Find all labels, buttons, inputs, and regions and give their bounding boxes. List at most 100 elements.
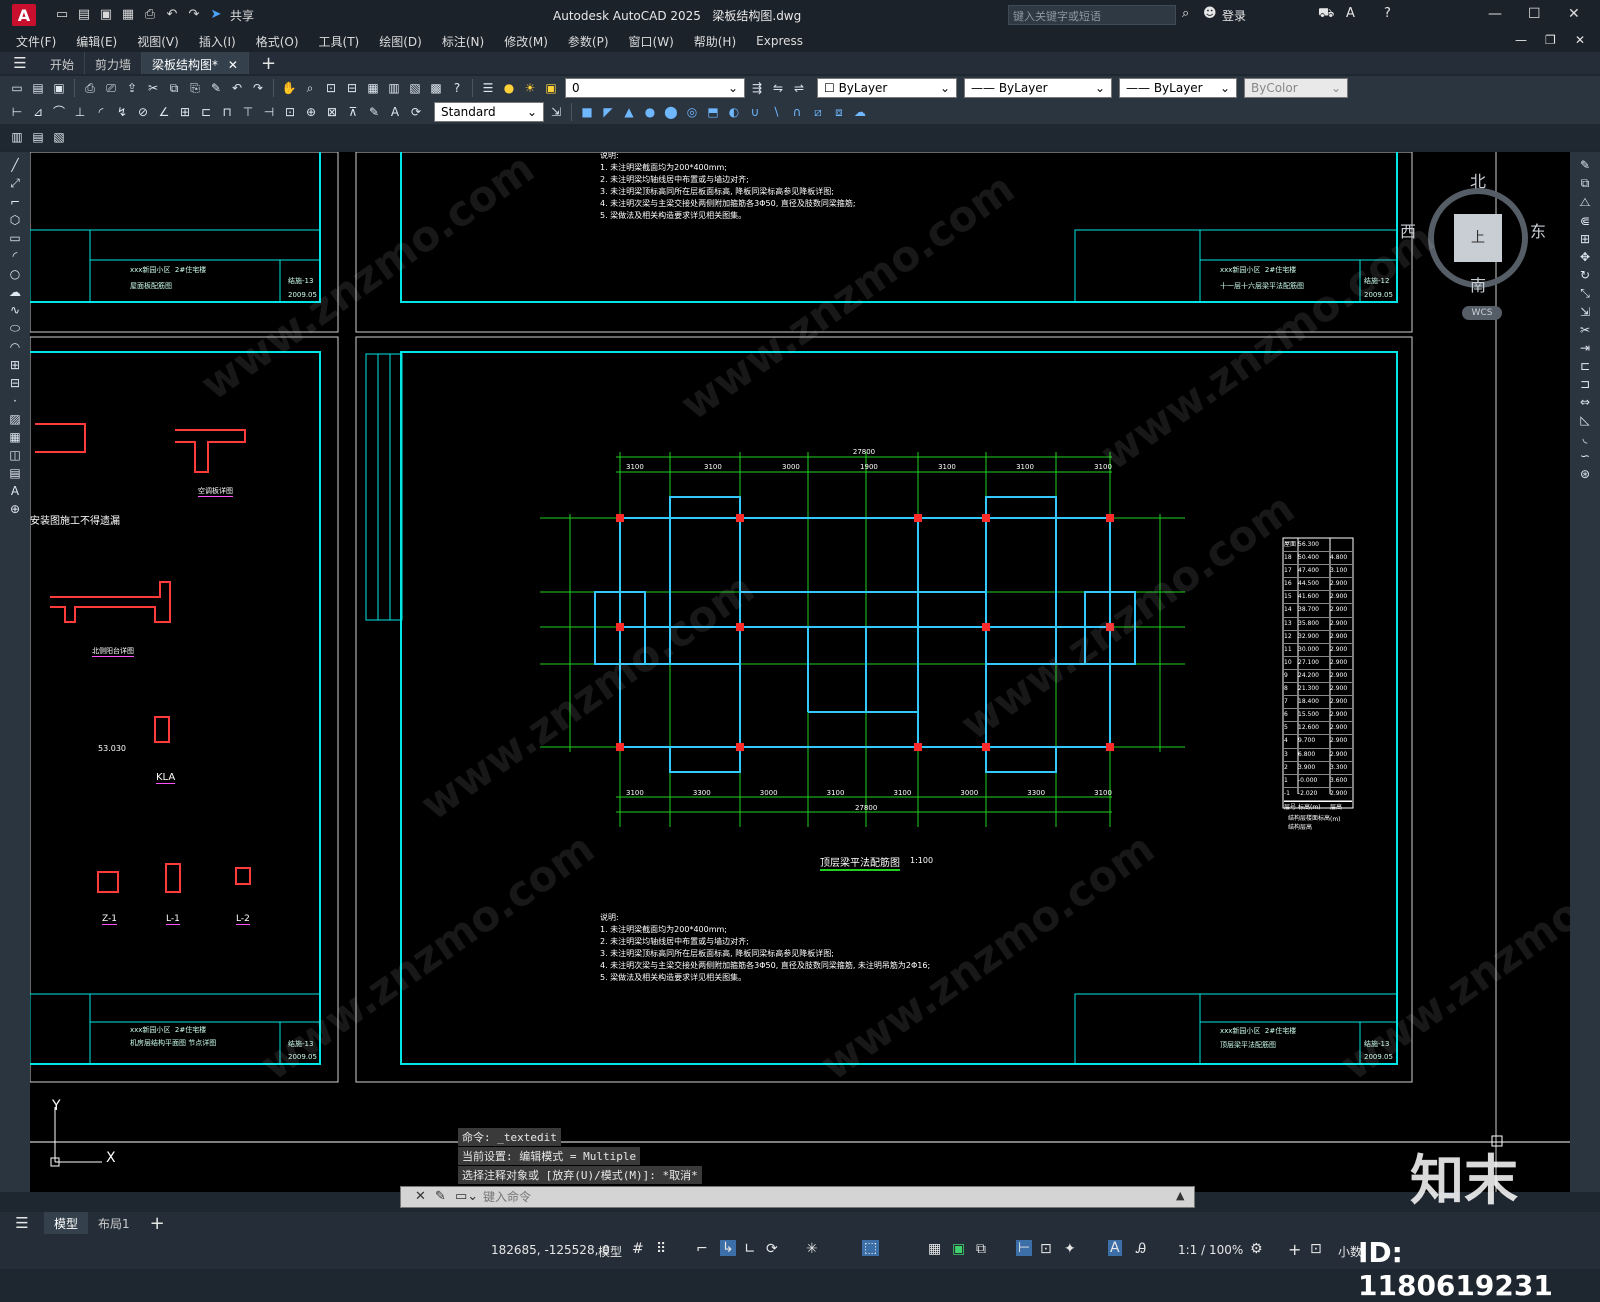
close-cmd-icon[interactable]: ✕ [415, 1189, 426, 1204]
slice-icon[interactable]: ⧄ [809, 103, 827, 121]
annotation-visibility-icon[interactable]: A [1108, 1240, 1122, 1256]
tab-model[interactable]: 模型 [44, 1211, 89, 1235]
menu-file[interactable]: 文件(F) [16, 33, 56, 50]
shell-icon[interactable]: ⧈ [830, 103, 848, 121]
diameter-icon[interactable]: ⊘ [134, 103, 152, 121]
viewcube-south[interactable]: 南 [1470, 272, 1486, 296]
tab-shear-wall[interactable]: 剪力墙 [85, 52, 143, 74]
annotation-monitor-icon[interactable]: ▣ [952, 1241, 965, 1257]
move-icon[interactable]: ✥ [1580, 250, 1590, 264]
doc-restore-icon[interactable]: ❐ [1545, 33, 1556, 47]
undo-icon[interactable]: ↶ [164, 7, 180, 23]
menu-window[interactable]: 窗口(W) [629, 33, 674, 50]
doc-minimize-icon[interactable]: — [1515, 33, 1527, 47]
wcs-button[interactable]: WCS [1462, 306, 1502, 320]
tolerance-icon[interactable]: ⊡ [281, 103, 299, 121]
solid-cylinder-icon[interactable]: ⬤ [662, 103, 680, 121]
subtract-icon[interactable]: ∖ [767, 103, 785, 121]
tab-layout1[interactable]: 布局1 [88, 1212, 140, 1235]
offset-icon[interactable]: ⋐ [1580, 214, 1590, 228]
inspect-icon[interactable]: ⊠ [323, 103, 341, 121]
preview-icon[interactable]: ⎚ [102, 79, 120, 97]
break-icon[interactable]: ⊣ [260, 103, 278, 121]
publish-icon[interactable]: ⇪ [123, 79, 141, 97]
hatch-icon[interactable]: ▨ [9, 412, 20, 426]
redo-icon[interactable]: ↷ [186, 7, 202, 23]
tool-palette-icon[interactable]: ▧ [406, 79, 424, 97]
revcloud-icon[interactable]: ☁ [9, 285, 21, 299]
print-icon[interactable]: ⎙ [81, 79, 99, 97]
solid-wedge-icon[interactable]: ◤ [599, 103, 617, 121]
save-icon[interactable]: ▣ [98, 7, 114, 23]
undo-icon[interactable]: ↶ [228, 79, 246, 97]
add-layout-icon[interactable]: + [150, 1213, 165, 1234]
tab-close-icon[interactable]: ✕ [228, 58, 238, 72]
circle-icon[interactable]: ○ [10, 267, 20, 281]
autodesk-icon[interactable]: A [1346, 6, 1355, 21]
break-icon[interactable]: ⊐ [1580, 377, 1590, 391]
menu-modify[interactable]: 修改(M) [504, 33, 548, 50]
hardware-accel-icon[interactable]: ⊡ [1310, 1241, 1322, 1257]
help-icon[interactable]: ? [448, 79, 466, 97]
intersect-icon[interactable]: ∩ [788, 103, 806, 121]
arc-icon[interactable]: ◜ [13, 249, 18, 263]
layers-icon[interactable]: ▧ [50, 128, 68, 146]
selection-cycling-icon[interactable]: ⬚ [862, 1240, 880, 1256]
plotstyle-dropdown[interactable]: ByColor ⌄ [1244, 78, 1348, 98]
close-icon[interactable]: ✕ [1568, 6, 1580, 22]
menu-parametric[interactable]: 参数(P) [568, 33, 609, 50]
menu-express[interactable]: Express [756, 34, 803, 48]
pan-icon[interactable]: ✋ [280, 79, 298, 97]
annotation-scale[interactable]: 1:1 / 100% [1178, 1243, 1243, 1257]
new-icon[interactable]: ▭ [8, 79, 26, 97]
quick-dim-icon[interactable]: ⊞ [176, 103, 194, 121]
baseline-icon[interactable]: ⊏ [197, 103, 215, 121]
polar-icon[interactable]: ↳ [720, 1240, 736, 1256]
viewcube-face[interactable]: 上 [1454, 214, 1502, 262]
menu-insert[interactable]: 插入(I) [199, 33, 236, 50]
dim-text-edit-icon[interactable]: A [386, 103, 404, 121]
extend-icon[interactable]: ⇥ [1580, 341, 1590, 355]
solid-box-icon[interactable]: ■ [578, 103, 596, 121]
open-icon[interactable]: ▤ [29, 79, 47, 97]
workspace-icon[interactable]: ⧉ [976, 1241, 986, 1257]
layer-state-icon[interactable]: ⇌ [790, 79, 808, 97]
share-icon[interactable]: ➤ [208, 7, 224, 23]
menu-view[interactable]: 视图(V) [137, 33, 179, 50]
continue-icon[interactable]: ⊓ [218, 103, 236, 121]
bulb-icon[interactable]: ● [500, 79, 518, 97]
linear-dim-icon[interactable]: ⊢ [8, 103, 26, 121]
viewcube[interactable]: 上 北 南 西 东 WCS [1400, 168, 1560, 328]
coordinates[interactable]: 182685, -125528, 0 [491, 1243, 610, 1257]
solid-cone-icon[interactable]: ▲ [620, 103, 638, 121]
spline-icon[interactable]: ∿ [10, 303, 20, 317]
ucs-toggle-icon[interactable]: ⊢ [1016, 1240, 1033, 1256]
fillet-icon[interactable]: ◟ [1583, 431, 1588, 445]
isodraft-icon[interactable]: ∟ [744, 1241, 756, 1257]
dynamic-input-icon[interactable]: ⊡ [1040, 1241, 1052, 1257]
match-prop-icon[interactable]: ✎ [207, 79, 225, 97]
paste-icon[interactable]: ⎘ [186, 79, 204, 97]
command-input[interactable] [483, 1189, 1163, 1205]
plus-icon[interactable]: + [1288, 1240, 1301, 1259]
grid-icon[interactable]: # [632, 1241, 644, 1257]
help-icon[interactable]: ? [1384, 6, 1391, 21]
stretch-icon[interactable]: ⇲ [1580, 305, 1590, 319]
menu-draw[interactable]: 绘图(D) [379, 33, 422, 50]
layer-manager-icon[interactable]: ☰ [479, 79, 497, 97]
ordinate-icon[interactable]: ⊥ [71, 103, 89, 121]
revolve-icon[interactable]: ◐ [725, 103, 743, 121]
angular-icon[interactable]: ∠ [155, 103, 173, 121]
viewcube-north[interactable]: 北 [1470, 168, 1486, 192]
object-snap-tracking-icon[interactable]: ⟳ [766, 1241, 778, 1257]
rectangle-icon[interactable]: ▭ [9, 231, 20, 245]
layer-dropdown[interactable]: 0 ⌄ [565, 78, 745, 98]
mirror-icon[interactable]: ⧍ [1579, 195, 1590, 210]
ortho-icon[interactable]: ⌐ [696, 1241, 708, 1257]
table-icon[interactable]: ▤ [29, 128, 47, 146]
rotate-icon[interactable]: ↻ [1580, 268, 1590, 282]
lock-icon[interactable]: ▣ [542, 79, 560, 97]
solid-torus-icon[interactable]: ◎ [683, 103, 701, 121]
open-file-icon[interactable]: ▤ [76, 7, 92, 23]
new-file-icon[interactable]: ▭ [54, 7, 70, 23]
